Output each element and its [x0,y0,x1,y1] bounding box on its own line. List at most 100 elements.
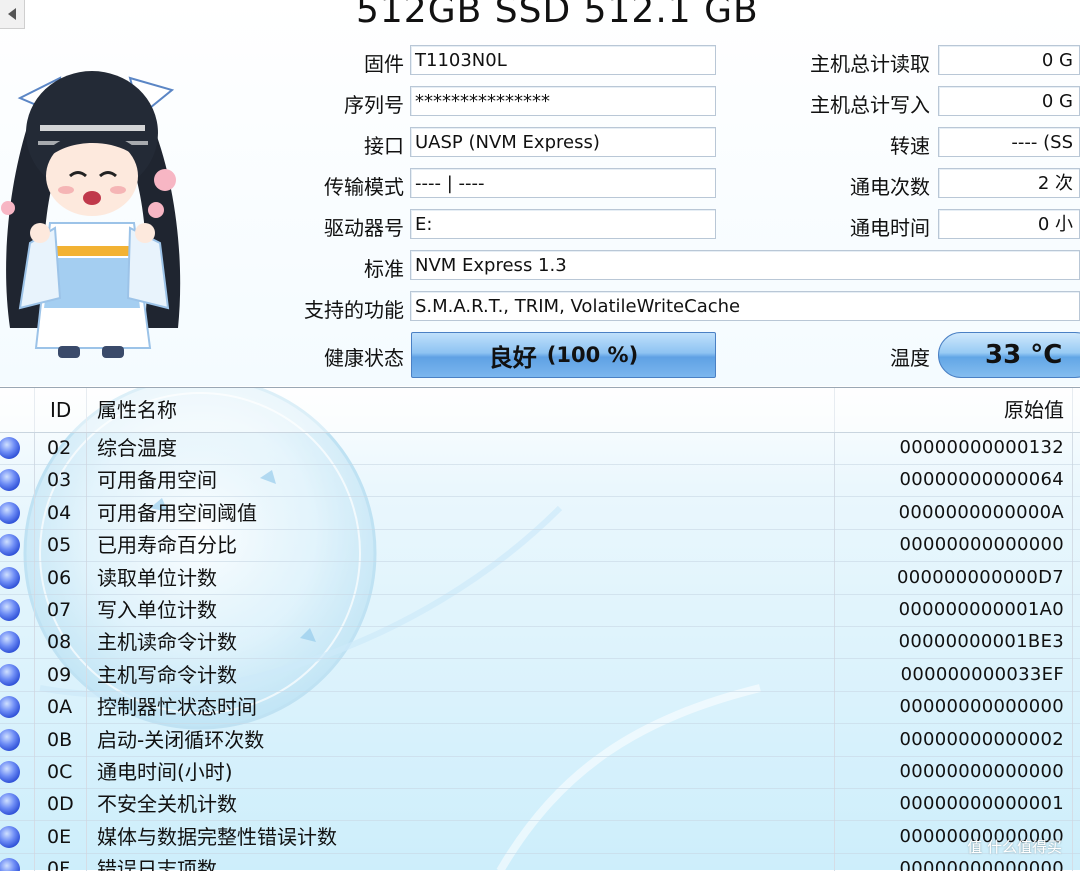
status-dot-icon [0,566,20,589]
power-on-count-field: 2 次 [938,168,1080,198]
attribute-id: 04 [47,501,72,524]
attribute-id: 02 [47,437,72,459]
attribute-name: 主机写命令计数 [97,662,237,687]
watermark-text: 值 什么值得买 [967,838,1062,856]
attribute-raw-value: 00000000000000 [899,534,1064,556]
header-attribute-name[interactable]: 属性名称 [97,388,177,432]
attribute-id: 03 [47,469,72,492]
table-row[interactable]: 06 读取单位计数 000000000000D7 [0,562,1080,595]
attribute-id: 0D [47,793,74,816]
attribute-name: 不安全关机计数 [97,792,237,817]
health-status-button[interactable]: 良好 (100 %) [411,332,716,378]
table-row[interactable]: 0C 通电时间(小时) 00000000000000 [0,756,1080,789]
host-writes-field: 0 G [938,86,1080,116]
smart-attribute-table: ID 属性名称 原始值 02 综合温度 00000000000132 03 可用备用空间… [0,387,1080,871]
previous-disk-button[interactable] [0,0,25,29]
interface-label: 接口 [364,134,404,158]
attribute-name: 写入单位计数 [97,598,217,622]
table-row[interactable]: 07 写入单位计数 000000000001A0 [0,594,1080,627]
attribute-name: 已用寿命百分比 [97,533,237,558]
table-row[interactable]: 08 主机读命令计数 00000000001BE3 [0,626,1080,660]
health-percent-text: (100 %) [546,343,639,367]
power-on-hours-label: 通电时间 [850,216,930,240]
attribute-raw-value: 00000000000064 [899,469,1064,491]
attribute-name: 读取单位计数 [97,565,217,590]
temperature-button[interactable]: 33 °C [938,332,1080,378]
status-dot-icon [0,728,20,751]
attribute-name: 控制器忙状态时间 [97,695,257,720]
attribute-id: 05 [47,534,72,557]
temperature-label: 温度 [890,346,930,370]
disk-title: 512GB SSD 512.1 GB [356,0,759,31]
status-dot-icon [0,437,20,459]
serial-label: 序列号 [344,93,404,117]
drive-letter-field: E: [410,209,716,239]
status-dot-icon [0,825,20,848]
attribute-name: 可用备用空间阈值 [97,500,257,525]
health-status-label: 健康状态 [324,346,404,370]
transfer-mode-field: ---- | ---- [410,168,716,198]
host-reads-label: 主机总计读取 [810,52,930,76]
attribute-id: 0C [47,761,73,783]
table-row[interactable]: 04 可用备用空间阈值 0000000000000A [0,497,1080,530]
attribute-raw-value: 00000000000001 [899,793,1064,815]
attribute-raw-value: 0000000000000A [898,501,1064,523]
rotation-rate-label: 转速 [890,134,930,158]
attribute-raw-value: 00000000000000 [899,696,1064,718]
table-row[interactable]: 03 可用备用空间 00000000000064 [0,464,1080,498]
standard-label: 标准 [364,257,404,281]
table-row[interactable]: 09 主机写命令计数 000000000033EF [0,659,1080,692]
table-header: ID 属性名称 原始值 [0,388,1080,433]
firmware-field: T1103N0L [410,45,716,75]
transfer-mode-label: 传输模式 [324,175,404,199]
header-raw-value[interactable]: 原始值 [1004,388,1064,432]
header-id[interactable]: ID [50,388,71,432]
attribute-name: 可用备用空间 [97,468,217,493]
power-on-hours-field: 0 小 [938,209,1080,239]
attribute-raw-value: 00000000001BE3 [898,631,1064,653]
standard-field: NVM Express 1.3 [410,250,1080,280]
attribute-name: 媒体与数据完整性错误计数 [97,824,337,849]
health-status-text: 良好 [488,343,537,372]
table-row[interactable]: 0D 不安全关机计数 00000000000001 [0,788,1080,822]
firmware-label: 固件 [364,52,404,76]
attribute-id: 09 [47,663,72,686]
features-field: S.M.A.R.T., TRIM, VolatileWriteCache [410,291,1080,321]
serial-field: *************** [410,86,716,116]
attribute-name: 通电时间(小时) [97,760,233,784]
attribute-id: 0B [47,728,73,751]
status-dot-icon [0,761,20,783]
mascot-illustration [1,71,181,358]
attribute-id: 0E [47,825,72,848]
rotation-rate-field: ---- (SS [938,127,1080,157]
attribute-name: 启动-关闭循环次数 [97,727,265,752]
table-row[interactable]: 05 已用寿命百分比 00000000000000 [0,529,1080,563]
attribute-name: 综合温度 [97,436,177,460]
features-label: 支持的功能 [304,298,404,322]
attribute-raw-value: 00000000000002 [899,728,1064,750]
table-row[interactable]: 0A 控制器忙状态时间 00000000000000 [0,691,1080,725]
attribute-id: 07 [47,599,72,621]
table-row[interactable]: 0E 媒体与数据完整性错误计数 00000000000000 [0,821,1080,854]
drive-letter-label: 驱动器号 [324,216,404,240]
host-writes-label: 主机总计写入 [810,93,930,117]
status-dot-icon [0,631,20,654]
attribute-raw-value: 00000000000132 [899,437,1064,458]
attribute-raw-value: 000000000001A0 [898,599,1064,620]
table-row[interactable]: 02 综合温度 00000000000132 [0,432,1080,465]
attribute-raw-value: 000000000000D7 [897,566,1064,588]
status-dot-icon [0,469,20,492]
status-dot-icon [0,793,20,816]
table-row[interactable]: 0F 错误日志项数 00000000000000 [0,853,1080,871]
table-row[interactable]: 0B 启动-关闭循环次数 00000000000002 [0,724,1080,757]
power-on-count-label: 通电次数 [850,175,930,199]
status-dot-icon [0,858,20,871]
attribute-name: 错误日志项数 [97,857,217,871]
attribute-id: 08 [47,631,72,654]
attribute-id: 0F [47,858,71,871]
status-dot-icon [0,599,20,621]
interface-field: UASP (NVM Express) [410,127,716,157]
triangle-left-icon [8,8,16,20]
attribute-id: 0A [47,696,73,719]
status-dot-icon [0,501,20,524]
